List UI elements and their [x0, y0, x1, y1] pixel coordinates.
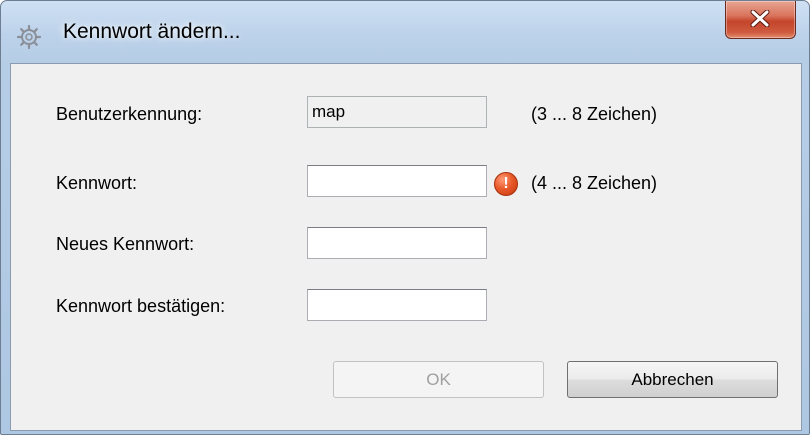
close-button[interactable] — [725, 1, 796, 39]
password-label: Kennwort: — [56, 173, 138, 193]
gear-lock-icon — [15, 23, 43, 51]
window-title: Kennwort ändern... — [63, 20, 241, 43]
user-id-hint: (3 ... 8 Zeichen) — [531, 104, 658, 124]
error-exclamation-icon: ! — [494, 172, 518, 196]
user-id-field[interactable] — [307, 96, 487, 128]
confirm-password-field[interactable] — [307, 289, 487, 321]
new-password-label: Neues Kennwort: — [56, 234, 195, 254]
dialog-content: Benutzerkennung: (3 ... 8 Zeichen) Kennw… — [10, 63, 802, 431]
title-bar[interactable]: Kennwort ändern... — [1, 1, 809, 63]
cancel-button[interactable]: Abbrechen — [567, 361, 778, 398]
new-password-field[interactable] — [307, 227, 487, 259]
ok-button[interactable]: OK — [333, 361, 544, 398]
dialog-window: Kennwort ändern... Benutzerkennung: (3 .… — [0, 0, 810, 435]
password-field[interactable] — [307, 165, 487, 197]
confirm-password-label: Kennwort bestätigen: — [56, 296, 226, 316]
close-x-icon — [750, 10, 770, 27]
user-id-label: Benutzerkennung: — [56, 104, 203, 124]
password-hint: (4 ... 8 Zeichen) — [531, 173, 658, 193]
